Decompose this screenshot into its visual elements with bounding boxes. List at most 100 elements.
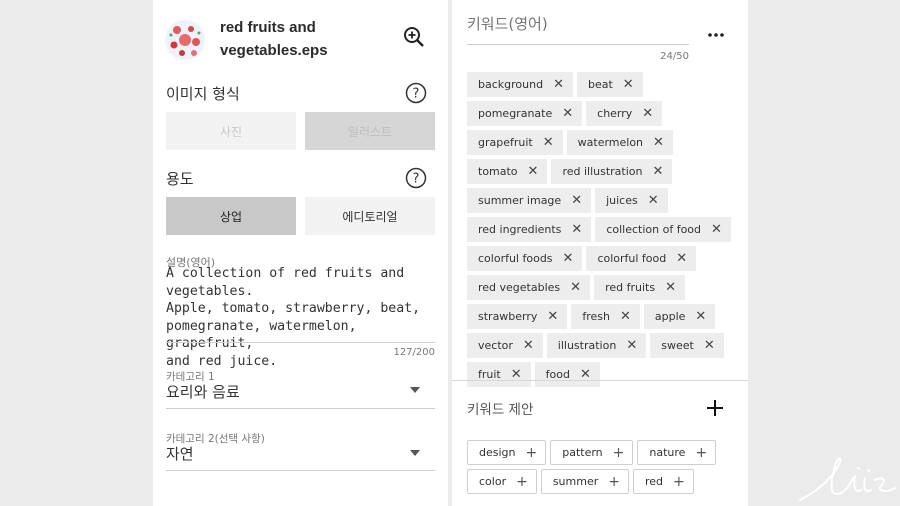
keyword-tag[interactable]: red illustration ✕ [551,159,673,184]
keyword-tag[interactable]: summer image ✕ [467,188,592,213]
remove-keyword-icon[interactable]: ✕ [571,194,582,207]
suggested-keyword-tag[interactable]: color + [467,469,537,494]
category1-underline [166,408,435,409]
keyword-tag[interactable]: illustration ✕ [546,333,647,358]
keyword-tag[interactable]: background ✕ [467,72,573,97]
keyword-tag[interactable]: juices ✕ [595,188,668,213]
suggested-keyword-tag[interactable]: design + [467,440,547,465]
keyword-tag[interactable]: tomato ✕ [467,159,548,184]
keyword-tag[interactable]: red ingredients ✕ [467,217,592,242]
commercial-option-button[interactable]: 상업 [166,197,296,235]
remove-keyword-icon[interactable]: ✕ [626,339,637,352]
help-icon[interactable]: ? [405,167,427,189]
image-type-label: 이미지 형식 [166,85,240,103]
keyword-tag-label: red ingredients [478,223,562,236]
keyword-tag-label: illustration [557,339,617,352]
keyword-tag[interactable]: fruit ✕ [467,362,531,387]
keyword-tag-label: tomato [478,165,518,178]
remove-keyword-icon[interactable]: ✕ [665,281,676,294]
suggestion-list: design + pattern + nature + color + summer + red + [467,440,737,498]
add-keyword-icon[interactable]: + [695,446,707,460]
remove-keyword-icon[interactable]: ✕ [570,281,581,294]
remove-keyword-icon[interactable]: ✕ [562,107,573,120]
chevron-down-icon[interactable] [410,450,420,456]
svg-text:?: ? [413,87,420,102]
remove-keyword-icon[interactable]: ✕ [711,223,722,236]
chevron-down-icon[interactable] [410,387,420,393]
keyword-tag[interactable]: colorful food ✕ [586,246,697,271]
file-thumbnail[interactable] [165,20,205,60]
remove-keyword-icon[interactable]: ✕ [553,78,564,91]
keyword-tag-label: fresh [582,310,610,323]
keyword-tag[interactable]: colorful foods ✕ [467,246,583,271]
keyword-tag[interactable]: apple ✕ [643,304,716,329]
keyword-tag-label: summer image [478,194,562,207]
plus-icon[interactable] [705,398,725,418]
suggested-keyword-label: color [479,475,507,488]
keyword-tag[interactable]: sweet ✕ [650,333,724,358]
category2-select[interactable]: 자연 [166,443,194,464]
keyword-tag-label: colorful foods [478,252,553,265]
suggested-keyword-label: summer [552,475,599,488]
remove-keyword-icon[interactable]: ✕ [653,165,664,178]
file-details-panel: red fruits and vegetables.eps 이미지 형식 ? 사… [153,0,448,506]
add-keyword-icon[interactable]: + [673,475,685,489]
usage-options: 상업 에디토리얼 [166,197,436,235]
more-horizontal-icon[interactable] [706,25,726,45]
keyword-tag-label: background [478,78,544,91]
suggested-keyword-tag[interactable]: nature + [637,440,717,465]
keyword-input[interactable] [467,15,687,33]
add-keyword-icon[interactable]: + [526,446,538,460]
keyword-tag[interactable]: beat ✕ [576,72,643,97]
suggested-keyword-label: red [645,475,664,488]
keyword-tag[interactable]: grapefruit ✕ [467,130,563,155]
add-keyword-icon[interactable]: + [613,446,625,460]
remove-keyword-icon[interactable]: ✕ [547,310,558,323]
keyword-tag-label: colorful food [597,252,667,265]
keyword-tag-label: collection of food [606,223,702,236]
keyword-tag[interactable]: vector ✕ [467,333,543,358]
description-underline [166,342,435,343]
remove-keyword-icon[interactable]: ✕ [642,107,653,120]
remove-keyword-icon[interactable]: ✕ [543,136,554,149]
suggested-keyword-tag[interactable]: red + [633,469,694,494]
remove-keyword-icon[interactable]: ✕ [695,310,706,323]
add-keyword-icon[interactable]: + [608,475,620,489]
remove-keyword-icon[interactable]: ✕ [528,165,539,178]
remove-keyword-icon[interactable]: ✕ [676,252,687,265]
add-keyword-icon[interactable]: + [516,475,528,489]
keyword-tag[interactable]: food ✕ [534,362,600,387]
suggested-keyword-tag[interactable]: pattern + [550,440,634,465]
remove-keyword-icon[interactable]: ✕ [523,339,534,352]
remove-keyword-icon[interactable]: ✕ [704,339,715,352]
signature-watermark [799,457,896,501]
keyword-tag[interactable]: watermelon ✕ [566,130,673,155]
remove-keyword-icon[interactable]: ✕ [623,78,634,91]
zoom-in-icon[interactable] [402,25,426,49]
image-type-options: 사진 일러스트 [166,112,436,150]
keyword-tag[interactable]: red fruits ✕ [594,275,685,300]
remove-keyword-icon[interactable]: ✕ [571,223,582,236]
photo-option-button[interactable]: 사진 [166,112,296,150]
keyword-tag[interactable]: pomegranate ✕ [467,101,583,126]
remove-keyword-icon[interactable]: ✕ [563,252,574,265]
keyword-tag-label: watermelon [577,136,644,149]
remove-keyword-icon[interactable]: ✕ [620,310,631,323]
illustration-option-button[interactable]: 일러스트 [305,112,435,150]
keyword-list: background ✕ beat ✕ pomegranate ✕ cherry ✕ grape… [467,72,737,391]
editorial-option-button[interactable]: 에디토리얼 [305,197,435,235]
suggested-keyword-tag[interactable]: summer + [540,469,629,494]
keyword-tag[interactable]: cherry ✕ [586,101,663,126]
remove-keyword-icon[interactable]: ✕ [653,136,664,149]
keyword-tag-label: cherry [597,107,633,120]
keyword-tag[interactable]: fresh ✕ [571,304,640,329]
keyword-tag-label: vector [478,339,513,352]
category1-select[interactable]: 요리와 음료 [166,381,240,402]
remove-keyword-icon[interactable]: ✕ [648,194,659,207]
keyword-input-underline [467,44,689,45]
keyword-tag[interactable]: collection of food ✕ [595,217,731,242]
keyword-tag-label: juices [606,194,638,207]
keyword-tag[interactable]: red vegetables ✕ [467,275,591,300]
help-icon[interactable]: ? [405,82,427,104]
keyword-tag[interactable]: strawberry ✕ [467,304,568,329]
